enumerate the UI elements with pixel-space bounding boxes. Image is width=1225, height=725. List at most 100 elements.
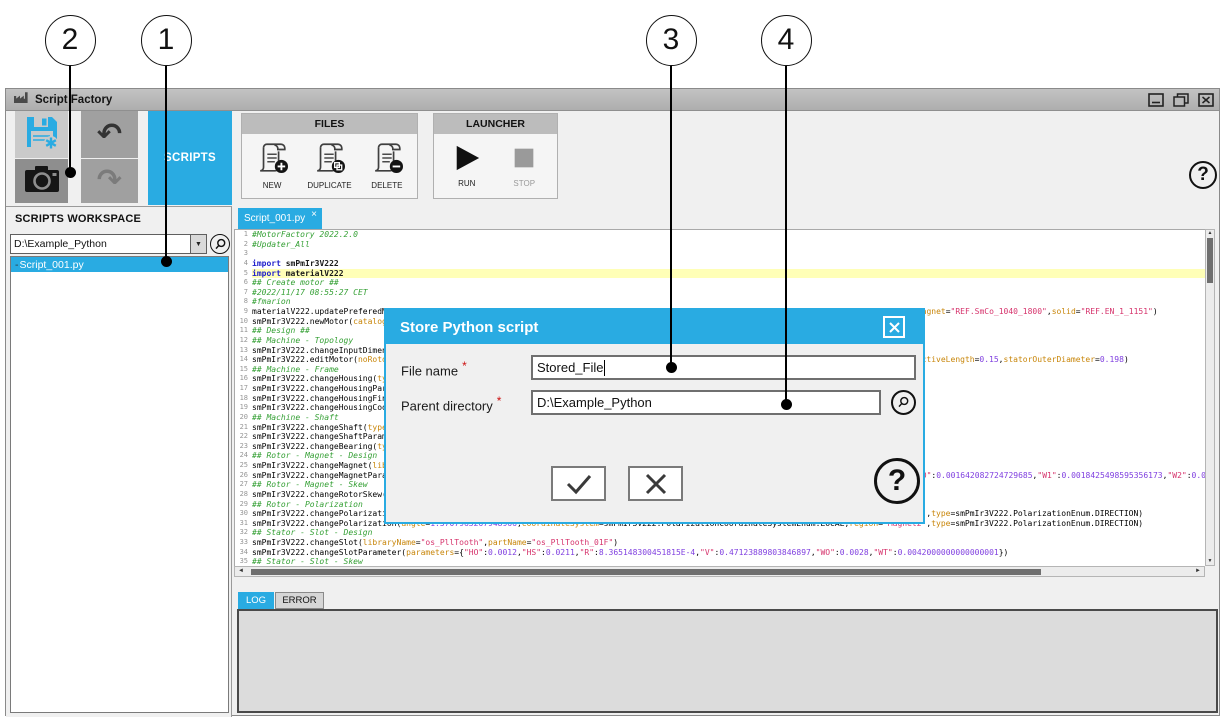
code-text: #Updater_All [252, 240, 1205, 250]
code-line: 2#Updater_All [235, 240, 1205, 250]
code-text: import materialV222 [252, 269, 1205, 279]
vertical-scrollbar[interactable]: ▲ ▼ [1205, 229, 1215, 566]
line-number: 33 [235, 538, 252, 548]
save-script-button[interactable] [15, 111, 68, 158]
horizontal-scrollbar-thumb[interactable] [251, 569, 1041, 575]
code-line: 33smPmIr3V222.changeSlot(libraryName="os… [235, 538, 1205, 548]
horizontal-scrollbar[interactable]: ◄ ► [234, 566, 1205, 577]
duplicate-button[interactable]: DUPLICATE [307, 142, 351, 190]
line-number: 20 [235, 413, 252, 423]
code-text: #2022/11/17 08:55:27 CET [252, 288, 1205, 298]
confirm-button[interactable] [551, 466, 606, 501]
scroll-down-icon[interactable]: ▼ [1206, 558, 1214, 565]
code-line: 5import materialV222 [235, 269, 1205, 279]
file-name-input[interactable]: Stored_File [531, 355, 916, 380]
magnifier-icon [896, 395, 911, 410]
tab-close-icon[interactable]: × [311, 209, 317, 220]
code-text: ## Create motor ## [252, 278, 1205, 288]
line-number: 29 [235, 500, 252, 510]
tree-expander-icon[interactable]: - [15, 259, 19, 271]
code-line: 34smPmIr3V222.changeSlotParameter(parame… [235, 548, 1205, 558]
chevron-down-icon[interactable]: ▼ [190, 235, 206, 253]
help-icon[interactable]: ? [1189, 161, 1217, 189]
screenshot-camera-button[interactable] [15, 159, 68, 203]
undo-button[interactable]: ↶ [81, 111, 138, 158]
input-value: D:\Example_Python [537, 395, 652, 410]
cancel-button[interactable] [628, 466, 683, 501]
toolbar-group-launcher: LAUNCHER RUN STOP [433, 113, 558, 199]
code-line: 6## Create motor ## [235, 278, 1205, 288]
window-title: Script Factory [35, 94, 112, 106]
script-new-icon [255, 142, 289, 179]
tab-log[interactable]: LOG [238, 592, 274, 609]
run-button[interactable]: RUN [453, 144, 481, 188]
workspace-browse-button[interactable] [210, 234, 230, 254]
scroll-right-icon[interactable]: ► [1195, 567, 1201, 576]
dialog-help-icon[interactable]: ? [874, 458, 920, 504]
line-number: 8 [235, 297, 252, 307]
code-line: 4import smPmIr3V222 [235, 259, 1205, 269]
magnifier-icon [213, 237, 228, 252]
redo-icon: ↷ [97, 166, 122, 196]
text-caret [604, 360, 605, 376]
input-value: Stored_File [537, 360, 603, 375]
line-number: 13 [235, 346, 252, 356]
code-line: 8#fmarion [235, 297, 1205, 307]
line-number: 25 [235, 461, 252, 471]
line-number: 30 [235, 509, 252, 519]
code-line: 7#2022/11/17 08:55:27 CET [235, 288, 1205, 298]
toolbar-item-label: DUPLICATE [307, 181, 351, 190]
editor-tab-script-001[interactable]: Script_001.py × [238, 208, 322, 229]
line-number: 15 [235, 365, 252, 375]
close-icon [888, 321, 901, 334]
line-number: 6 [235, 278, 252, 288]
line-number: 22 [235, 432, 252, 442]
new-button[interactable]: NEW [255, 142, 289, 190]
line-number: 27 [235, 480, 252, 490]
code-text: smPmIr3V222.changeSlot(libraryName="os_P… [252, 538, 1205, 548]
scroll-left-icon[interactable]: ◄ [238, 567, 244, 576]
callout-dot-4 [781, 399, 792, 410]
code-text: smPmIr3V222.changeSlotParameter(paramete… [252, 548, 1205, 558]
cross-icon [644, 473, 668, 495]
minimize-button[interactable] [1148, 93, 1164, 107]
delete-button[interactable]: DELETE [370, 142, 404, 190]
vertical-scrollbar-thumb[interactable] [1207, 238, 1213, 283]
store-python-script-dialog: Store Python script File name*Stored_Fil… [384, 308, 925, 524]
workspace-path-value: D:\Example_Python [11, 238, 190, 250]
workspace-path-combobox[interactable]: D:\Example_Python ▼ [10, 234, 207, 254]
line-number: 3 [235, 249, 252, 259]
parent-directory-input[interactable]: D:\Example_Python [531, 390, 881, 415]
line-number: 19 [235, 403, 252, 413]
close-button[interactable] [1198, 93, 1214, 107]
code-line: 35## Stator - Slot - Skew [235, 557, 1205, 566]
code-text: ## Stator - Slot - Skew [252, 557, 1205, 566]
toolbar-group-files: FILESNEWDUPLICATEDELETE [241, 113, 418, 199]
line-number: 7 [235, 288, 252, 298]
dialog-close-button[interactable] [883, 316, 905, 338]
parent-directory-browse-button[interactable] [891, 390, 916, 415]
tree-item-script_001.py[interactable]: -Script_001.py [11, 257, 228, 272]
line-number: 28 [235, 490, 252, 500]
toolbar-group-title: LAUNCHER [434, 114, 557, 134]
save-icon [23, 113, 61, 156]
line-number: 1 [235, 230, 252, 240]
line-number: 35 [235, 557, 252, 566]
stop-icon [510, 144, 538, 177]
camera-icon [22, 163, 62, 200]
line-number: 34 [235, 548, 252, 558]
tab-error[interactable]: ERROR [275, 592, 324, 609]
undo-icon: ↶ [97, 120, 122, 150]
stop-button: STOP [510, 144, 538, 188]
scroll-up-icon[interactable]: ▲ [1206, 230, 1214, 237]
line-number: 2 [235, 240, 252, 250]
callout-circle-3: 3 [646, 15, 697, 66]
code-text: ## Stator - Slot - Design [252, 528, 1205, 538]
tab-scripts[interactable]: SCRIPTS [148, 111, 232, 205]
code-text: import smPmIr3V222 [252, 259, 1205, 269]
restore-button[interactable] [1173, 93, 1189, 107]
callout-circle-2: 2 [45, 15, 96, 66]
scripts-tree: -Script_001.py [10, 256, 229, 713]
line-number: 5 [235, 269, 252, 279]
log-output-area [237, 609, 1218, 713]
